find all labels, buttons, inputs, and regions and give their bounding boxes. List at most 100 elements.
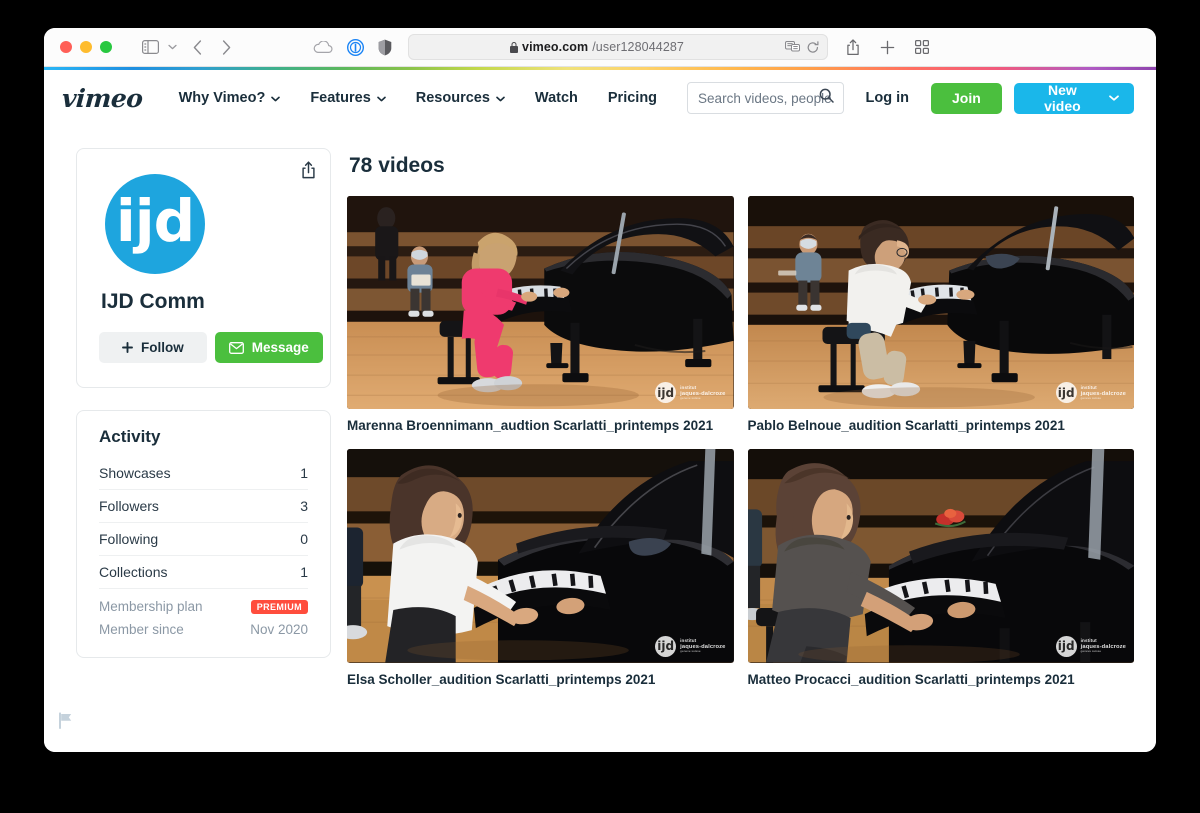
video-watermark: ijd institut jaques-dalcroze geneve suis… [655,635,725,657]
page-title: IJD Comm [101,290,205,313]
video-thumbnail[interactable]: ijd institut jaques-dalcroze geneve suis… [347,196,734,410]
privacy-shield-icon[interactable] [378,39,392,56]
video-grid: ijd institut jaques-dalcroze geneve suis… [347,196,1134,687]
membership-plan-row: Membership plan PREMIUM [99,589,308,614]
nav-item-why-vimeo[interactable]: Why Vimeo? [179,90,281,106]
video-thumbnail[interactable]: ijd institut jaques-dalcroze geneve suis… [747,449,1134,663]
new-video-label: New video [1044,82,1081,114]
activity-label: Showcases [99,465,171,481]
icloud-icon[interactable] [313,40,333,54]
watermark-line-3: geneve suisse [680,395,701,400]
member-since-label: Member since [99,622,184,637]
avatar[interactable]: ijd [105,174,205,274]
video-title[interactable]: Marenna Broennimann_audtion Scarlatti_pr… [347,418,734,433]
maximize-window-button[interactable] [100,41,112,53]
nav-item-pricing[interactable]: Pricing [608,90,657,106]
window-controls[interactable] [60,41,112,53]
video-thumbnail[interactable]: ijd institut jaques-dalcroze geneve suis… [347,449,734,663]
activity-label: Followers [99,498,159,514]
activity-label: Collections [99,564,168,580]
login-link[interactable]: Log in [866,90,910,106]
member-since-row: Member since Nov 2020 [99,614,308,637]
page-body: ijd IJD Comm Follow Message Activity Sho… [44,126,1156,687]
nav-item-features[interactable]: Features [310,90,386,106]
activity-value: 1 [300,465,308,481]
video-watermark: ijd institut jaques-dalcroze geneve suis… [1055,382,1126,404]
reload-icon[interactable] [807,40,819,54]
message-label: Message [251,340,309,355]
browser-toolbar: vimeo.com/user128044287 [44,28,1156,67]
url-domain: vimeo.com [522,40,589,54]
vimeo-logo[interactable]: vimeo [61,84,144,113]
chevron-down-icon[interactable] [168,44,177,50]
reader-view-icon[interactable] [785,41,800,53]
share-icon[interactable] [301,161,316,184]
watermark-line-3: geneve suisse [1080,395,1102,400]
membership-plan-label: Membership plan [99,599,203,614]
sidebar-toggle-icon[interactable] [142,40,159,54]
nav-label: Pricing [607,90,658,106]
video-title[interactable]: Elsa Scholler_audition Scarlatti_printem… [347,672,734,687]
profile-sidebar: ijd IJD Comm Follow Message Activity Sho… [76,148,331,687]
envelope-icon [228,341,244,354]
picture-in-picture-icon[interactable] [347,38,364,56]
close-window-button[interactable] [60,41,72,53]
video-thumbnail[interactable]: ijd institut jaques-dalcroze geneve suis… [747,196,1134,410]
nav-item-resources[interactable]: Resources [416,90,505,106]
join-button[interactable]: Join [931,82,1002,114]
video-watermark: ijd institut jaques-dalcroze geneve suis… [1055,635,1126,657]
share-icon[interactable] [846,38,860,56]
plus-icon [122,342,133,353]
main-content: 78 videos ijd institut jaques-dalcroze g… [347,148,1134,687]
nav-label: Resources [415,90,490,106]
url-path: /user128044287 [592,40,684,54]
follow-button[interactable]: Follow [99,332,207,363]
vimeo-page: vimeo Why Vimeo? Features Resources Watc… [44,70,1156,752]
address-bar-actions [785,40,819,54]
ijd-logo-icon: ijd [655,382,677,404]
forward-button[interactable] [222,39,231,55]
video-title[interactable]: Matteo Procacci_audition Scarlatti_print… [748,672,1135,687]
tab-overview-icon[interactable] [915,40,929,54]
new-video-button[interactable]: New video [1013,82,1134,114]
flag-icon[interactable] [58,712,74,734]
watermark-line-3: geneve suisse [1080,649,1102,654]
watermark-line-3: geneve suisse [680,649,701,654]
nav-label: Why Vimeo? [178,90,266,106]
status-badge: PREMIUM [250,599,308,614]
nav-item-watch[interactable]: Watch [535,90,578,106]
search-input[interactable] [687,82,844,114]
nav-label: Features [310,90,371,106]
lock-icon [510,41,519,53]
chevron-down-icon [496,94,505,104]
header-actions: Log in Join New video [687,82,1134,114]
activity-row-showcases[interactable]: Showcases 1 [99,457,308,490]
message-button[interactable]: Message [214,332,323,363]
nav-label: Watch [534,90,578,106]
activity-row-collections[interactable]: Collections 1 [99,556,308,589]
videos-count-heading: 78 videos [349,154,445,177]
chevron-down-icon [376,94,386,104]
avatar-initials: ijd [115,187,195,255]
back-button[interactable] [193,39,202,55]
activity-row-followers[interactable]: Followers 3 [99,490,308,523]
minimize-window-button[interactable] [80,41,92,53]
video-title[interactable]: Pablo Belnoue_audition Scarlatti_printem… [748,418,1135,433]
address-bar[interactable]: vimeo.com/user128044287 [408,34,828,60]
profile-actions: Follow Message [99,332,323,363]
follow-label: Follow [141,340,184,355]
activity-label: Following [99,531,159,547]
activity-value: 1 [300,564,308,580]
activity-value: 0 [300,531,308,547]
ijd-logo-icon: ijd [1055,382,1077,404]
site-header: vimeo Why Vimeo? Features Resources Watc… [44,70,1156,126]
video-card[interactable]: ijd institut jaques-dalcroze geneve suis… [347,449,734,687]
member-since-value: Nov 2020 [250,622,308,637]
video-card[interactable]: ijd institut jaques-dalcroze geneve suis… [347,196,734,433]
video-card[interactable]: ijd institut jaques-dalcroze geneve suis… [747,196,1135,433]
video-card[interactable]: ijd institut jaques-dalcroze geneve suis… [747,449,1135,687]
browser-window: vimeo.com/user128044287 vimeo Why Vimeo?… [44,28,1156,752]
video-watermark: ijd institut jaques-dalcroze geneve suis… [655,382,725,404]
activity-row-following[interactable]: Following 0 [99,523,308,556]
new-tab-icon[interactable] [880,40,895,55]
